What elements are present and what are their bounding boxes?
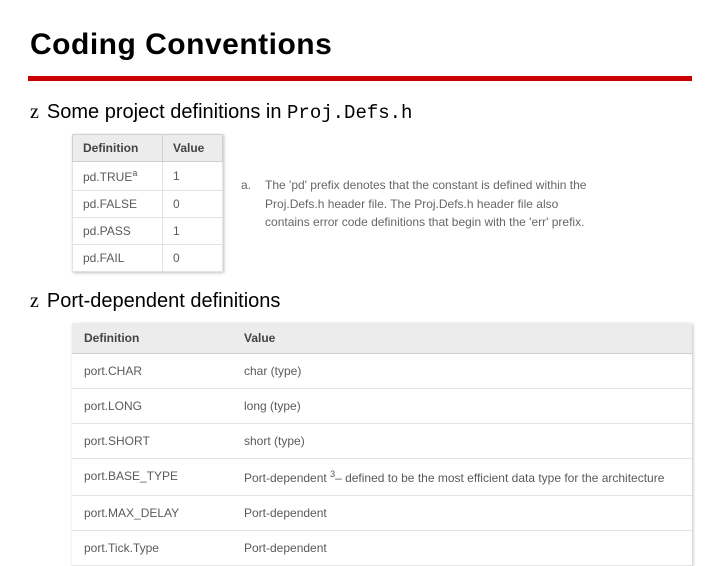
cell-val: char (type) — [232, 354, 692, 389]
cell-def: pd.PASS — [73, 218, 163, 245]
table-row: pd.FALSE 0 — [73, 191, 223, 218]
table-row: port.CHAR char (type) — [72, 354, 692, 389]
table-row: pd.FAIL 0 — [73, 245, 223, 272]
table-project-defs: Definition Value pd.TRUEa 1 pd.FALSE 0 p… — [72, 134, 223, 272]
table-port-defs: Definition Value port.CHAR char (type) p… — [72, 323, 692, 566]
cell-val: 0 — [163, 191, 223, 218]
cell-def: pd.FALSE — [73, 191, 163, 218]
bullet-1: z Some project definitions in Proj.Defs.… — [30, 101, 692, 124]
table-header-row: Definition Value — [73, 135, 223, 162]
table-row: port.SHORT short (type) — [72, 424, 692, 459]
footnote-key: a. — [241, 176, 251, 232]
col-value: Value — [163, 135, 223, 162]
cell-def: pd.FAIL — [73, 245, 163, 272]
table-row: pd.PASS 1 — [73, 218, 223, 245]
cell-def: port.SHORT — [72, 424, 232, 459]
cell-def: port.LONG — [72, 389, 232, 424]
bullet-marker: z — [30, 290, 39, 313]
cell-val: Port-dependent — [232, 531, 692, 566]
table-row: port.MAX_DELAY Port-dependent — [72, 496, 692, 531]
cell-sup: a — [132, 168, 137, 178]
page-title: Coding Conventions — [30, 28, 692, 62]
cell-def: port.BASE_TYPE — [72, 459, 232, 496]
title-underline — [28, 76, 692, 81]
cell-def: pd.TRUE — [83, 170, 132, 184]
table-row: pd.TRUEa 1 — [73, 162, 223, 191]
footnote-a: a. The 'pd' prefix denotes that the cons… — [241, 176, 591, 232]
cell-val: Port-dependent — [232, 496, 692, 531]
col-definition: Definition — [73, 135, 163, 162]
table-row: port.Tick.Type Port-dependent — [72, 531, 692, 566]
col-definition: Definition — [72, 323, 232, 354]
cell-val: short (type) — [232, 424, 692, 459]
cell-val: long (type) — [232, 389, 692, 424]
bullet-2-text: Port-dependent definitions — [47, 290, 281, 313]
bullet-1-prefix: Some project definitions in — [47, 101, 287, 123]
table-row: port.LONG long (type) — [72, 389, 692, 424]
table-header-row: Definition Value — [72, 323, 692, 354]
cell-val: 0 — [163, 245, 223, 272]
table-row: port.BASE_TYPE Port-dependent 3– defined… — [72, 459, 692, 496]
cell-val: 1 — [163, 218, 223, 245]
col-value: Value — [232, 323, 692, 354]
footnote-text: The 'pd' prefix denotes that the constan… — [265, 176, 591, 232]
cell-def: port.Tick.Type — [72, 531, 232, 566]
cell-val: Port-dependent 3– defined to be the most… — [232, 459, 692, 496]
cell-val: 1 — [163, 162, 223, 191]
bullet-marker: z — [30, 101, 39, 124]
cell-def: port.CHAR — [72, 354, 232, 389]
bullet-2: z Port-dependent definitions — [30, 290, 692, 313]
cell-def: port.MAX_DELAY — [72, 496, 232, 531]
bullet-1-code: Proj.Defs.h — [287, 102, 412, 124]
bullet-1-text: Some project definitions in Proj.Defs.h — [47, 101, 413, 124]
